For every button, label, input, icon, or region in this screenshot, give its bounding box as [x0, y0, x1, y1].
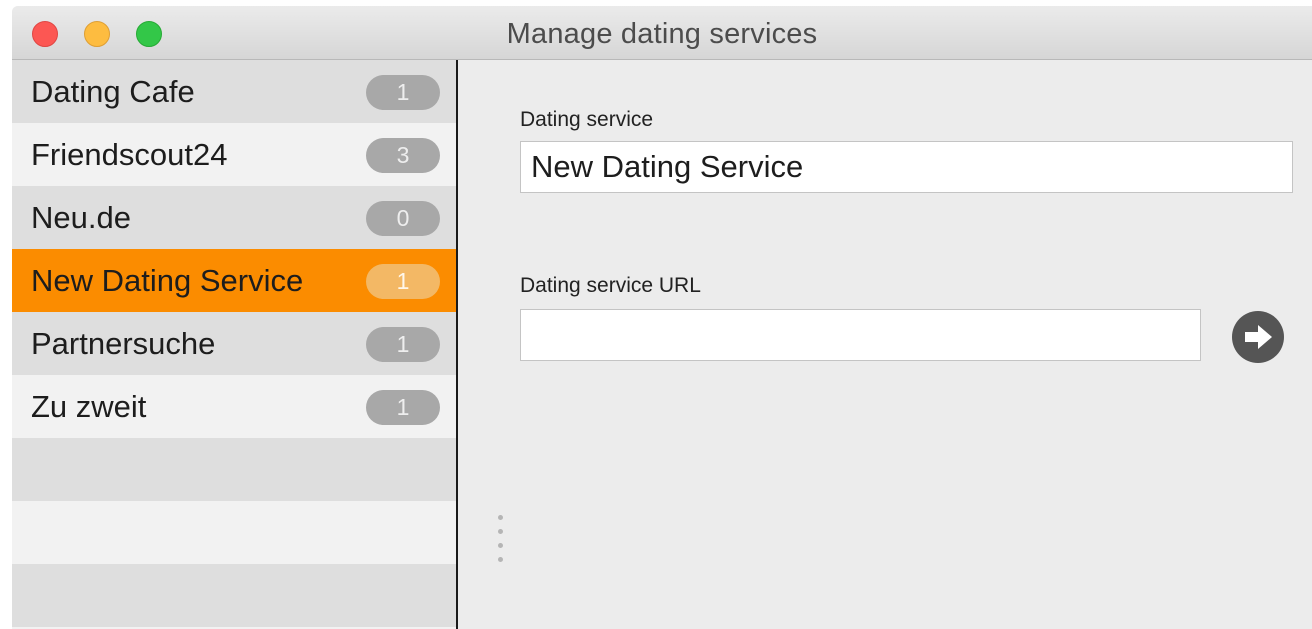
window-title: Manage dating services [506, 18, 818, 50]
dating-service-label: Dating service [520, 108, 654, 131]
count-badge: 1 [366, 75, 440, 110]
empty-row [12, 438, 456, 501]
count-badge: 1 [366, 264, 440, 299]
title-bar[interactable]: Manage dating services [12, 6, 1312, 60]
handle-dot [498, 529, 503, 534]
list-item[interactable]: Friendscout24 3 [12, 123, 456, 186]
list-item[interactable]: Zu zweit 1 [12, 375, 456, 438]
handle-dot [498, 557, 503, 562]
list-item[interactable]: Neu.de 0 [12, 186, 456, 249]
list-item-label: New Dating Service [31, 263, 304, 298]
dating-service-name-input[interactable] [520, 141, 1293, 193]
list-item-selected[interactable]: New Dating Service 1 [12, 249, 456, 312]
dating-service-url-label: Dating service URL [520, 274, 701, 297]
open-url-button[interactable] [1232, 311, 1284, 363]
dating-service-url-input[interactable] [520, 309, 1201, 361]
split-view-handle[interactable] [498, 515, 506, 565]
count-badge: 0 [366, 201, 440, 236]
list-item[interactable]: Dating Cafe 1 [12, 60, 456, 123]
list-item-label: Dating Cafe [31, 74, 195, 109]
list-item-label: Neu.de [31, 200, 131, 235]
handle-dot [498, 543, 503, 548]
count-badge: 1 [366, 327, 440, 362]
list-item-label: Zu zweit [31, 389, 147, 424]
count-badge: 3 [366, 138, 440, 173]
app-window: Manage dating services Dating Cafe 1 Fri… [12, 6, 1312, 629]
list-item-label: Partnersuche [31, 326, 216, 361]
list-item-label: Friendscout24 [31, 137, 228, 172]
count-badge: 1 [366, 390, 440, 425]
list-item[interactable]: Partnersuche 1 [12, 312, 456, 375]
arrow-right-circle-icon [1245, 325, 1272, 349]
dating-services-list: Dating Cafe 1 Friendscout24 3 Neu.de 0 N… [12, 60, 458, 629]
empty-row [12, 501, 456, 564]
detail-pane: Dating service Dating service URL [458, 60, 1312, 629]
handle-dot [498, 515, 503, 520]
empty-row [12, 564, 456, 627]
